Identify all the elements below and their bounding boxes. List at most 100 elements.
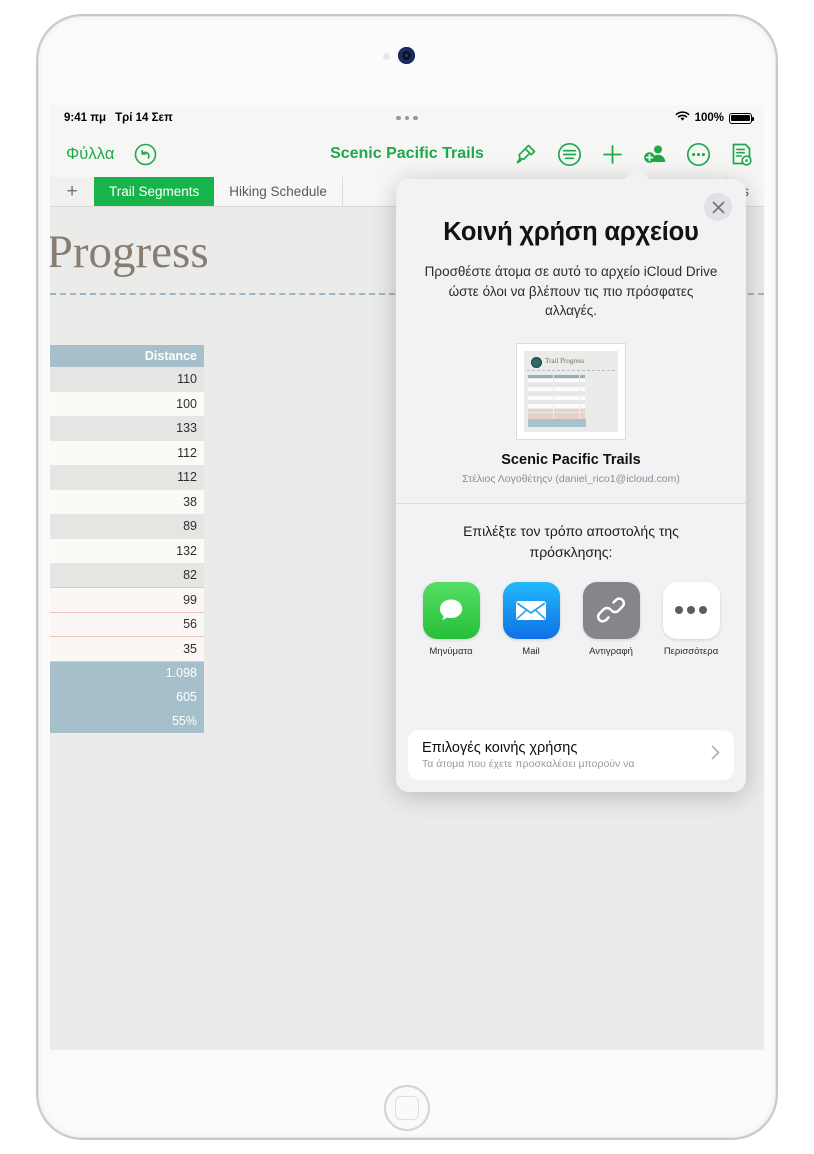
cell-segment-name[interactable]: ia Section D bbox=[50, 440, 98, 465]
table-row[interactable]: ia Section M89 bbox=[50, 514, 204, 539]
sheet-heading: ail Progress bbox=[50, 226, 209, 278]
table-header-row: n Distance bbox=[50, 345, 204, 367]
table-row[interactable]: ia Section Q56 bbox=[50, 611, 204, 637]
table-row[interactable]: ia Section P99 bbox=[50, 587, 204, 613]
undo-circle-icon[interactable] bbox=[134, 143, 157, 166]
front-camera-icon bbox=[398, 47, 415, 64]
thumbnail-table-row bbox=[528, 395, 586, 400]
thumbnail-content: Trail Progress bbox=[524, 350, 618, 432]
table-row[interactable]: ia Section D112 bbox=[50, 440, 204, 465]
battery-percent-label: 100% bbox=[694, 112, 724, 124]
status-time: 9:41 πμ bbox=[64, 112, 107, 124]
cell-summary-label[interactable] bbox=[50, 709, 98, 733]
add-sheet-button[interactable]: + bbox=[50, 177, 94, 206]
sidebar-item-hiking-schedule[interactable]: Hiking Schedule bbox=[214, 177, 343, 206]
ambient-sensor-icon bbox=[383, 53, 390, 60]
sharing-options-row[interactable]: Επιλογές κοινής χρήσης Τα άτομα που έχετ… bbox=[408, 730, 734, 780]
share-option-copy[interactable]: Αντιγραφή bbox=[580, 581, 643, 657]
cell-distance[interactable]: 112 bbox=[97, 440, 204, 465]
table-row[interactable]: ia Section O82 bbox=[50, 563, 204, 588]
table-summary-row[interactable]: 55% bbox=[50, 709, 204, 733]
thumbnail-divider bbox=[527, 369, 615, 371]
status-date: Τρί 14 Σεπ bbox=[115, 112, 173, 124]
toolbar-actions bbox=[513, 141, 754, 167]
cell-distance[interactable]: 35 bbox=[97, 636, 204, 662]
cell-distance[interactable]: 112 bbox=[97, 465, 204, 490]
cell-distance[interactable]: 82 bbox=[97, 563, 204, 588]
chevron-right-icon bbox=[711, 745, 720, 765]
cell-distance[interactable]: 89 bbox=[97, 514, 204, 539]
cell-segment-name[interactable]: ia Section Q bbox=[50, 611, 98, 637]
cell-distance[interactable]: 38 bbox=[97, 489, 204, 514]
cell-distance[interactable]: 99 bbox=[97, 587, 204, 613]
thumbnail-table-row bbox=[528, 408, 586, 413]
cell-segment-name[interactable]: ia Section O bbox=[50, 563, 98, 588]
cell-segment-name[interactable]: ia Section R bbox=[50, 636, 98, 662]
share-file-popover: Κοινή χρήση αρχείου Προσθέστε άτομα σε α… bbox=[396, 179, 746, 792]
table-summary-row[interactable]: 605 bbox=[50, 685, 204, 709]
format-brush-icon[interactable] bbox=[513, 141, 539, 167]
table-row[interactable]: ia Section R35 bbox=[50, 636, 204, 662]
thumbnail-table-row bbox=[528, 387, 586, 391]
cell-segment-name[interactable]: ia Section P bbox=[50, 587, 98, 613]
share-option-label: Mail bbox=[522, 645, 540, 657]
cell-distance[interactable]: 110 bbox=[97, 367, 204, 392]
cell-summary-value[interactable]: 55% bbox=[97, 709, 204, 733]
more-ellipsis-icon[interactable] bbox=[685, 141, 711, 167]
cell-distance[interactable]: 100 bbox=[97, 391, 204, 416]
table-row[interactable]: ia Section A110 bbox=[50, 367, 204, 392]
share-option-more[interactable]: Περισσότερα bbox=[660, 581, 723, 657]
sharing-options-subtitle: Τα άτομα που έχετε προσκαλέσει μπορούν ν… bbox=[422, 758, 635, 770]
cell-summary-label[interactable] bbox=[50, 685, 98, 709]
cell-distance[interactable]: 133 bbox=[97, 416, 204, 441]
cell-summary-label[interactable] bbox=[50, 661, 98, 685]
cell-segment-name[interactable]: ia Section C bbox=[50, 416, 98, 441]
cell-summary-value[interactable]: 1.098 bbox=[97, 661, 204, 685]
trail-distance-table[interactable]: n Distance ia Section A110ia Section B10… bbox=[50, 345, 204, 733]
popover-title: Κοινή χρήση αρχείου bbox=[443, 218, 699, 246]
table-body: ia Section A110ia Section B100ia Section… bbox=[50, 367, 204, 733]
share-option-label: Περισσότερα bbox=[663, 645, 719, 657]
cell-segment-name[interactable]: ia Section E bbox=[50, 465, 98, 490]
thumbnail-table-row bbox=[528, 383, 586, 387]
sidebar-item-trail-segments[interactable]: Trail Segments bbox=[94, 177, 215, 206]
insert-plus-icon[interactable] bbox=[599, 141, 625, 167]
table-row[interactable]: ia Section C133 bbox=[50, 416, 204, 441]
cell-segment-name[interactable]: ia Section A bbox=[50, 367, 98, 392]
thumbnail-table-row bbox=[528, 413, 586, 417]
cell-summary-value[interactable]: 605 bbox=[97, 685, 204, 709]
status-bar: 9:41 πμ Τρί 14 Σεπ 100% bbox=[50, 105, 764, 131]
home-button[interactable] bbox=[384, 1085, 430, 1131]
cell-segment-name[interactable]: ia Section L bbox=[50, 489, 98, 514]
share-option-mail[interactable]: Mail bbox=[500, 581, 563, 657]
cell-segment-name[interactable]: ia Section B bbox=[50, 391, 98, 416]
table-row[interactable]: ia Section N132 bbox=[50, 538, 204, 563]
format-list-icon[interactable] bbox=[556, 141, 582, 167]
popover-arrow bbox=[624, 167, 650, 180]
thumbnail-table-row bbox=[528, 378, 586, 383]
more-ellipsis-icon bbox=[662, 581, 720, 639]
table-row[interactable]: ia Section L38 bbox=[50, 489, 204, 514]
three-dots-icon[interactable] bbox=[396, 115, 418, 121]
thumbnail-logo-icon bbox=[531, 356, 542, 368]
shared-doc-name: Scenic Pacific Trails bbox=[501, 451, 641, 468]
column-header-distance[interactable]: Distance bbox=[97, 345, 204, 367]
table-row[interactable]: ia Section E112 bbox=[50, 465, 204, 490]
share-option-messages[interactable]: Μηνύματα bbox=[420, 581, 483, 657]
table-summary-row[interactable]: 1.098 bbox=[50, 661, 204, 685]
document-options-icon[interactable] bbox=[728, 141, 754, 167]
cell-segment-name[interactable]: ia Section N bbox=[50, 538, 98, 563]
column-header-name[interactable]: n bbox=[50, 345, 98, 367]
shared-document-card: Trail Progress Scenic Pacific Trails Στέ… bbox=[396, 342, 746, 485]
battery-icon bbox=[729, 112, 755, 124]
table-row[interactable]: ia Section B100 bbox=[50, 391, 204, 416]
messages-icon bbox=[422, 581, 480, 639]
cell-distance[interactable]: 132 bbox=[97, 538, 204, 563]
back-to-sheets-button[interactable]: Φύλλα bbox=[66, 145, 114, 164]
cell-segment-name[interactable]: ia Section M bbox=[50, 514, 98, 539]
share-collaborate-icon[interactable] bbox=[642, 141, 668, 167]
cell-distance[interactable]: 56 bbox=[97, 611, 204, 637]
document-thumbnail: Trail Progress bbox=[516, 342, 626, 440]
share-option-label: Μηνύματα bbox=[429, 645, 473, 657]
close-icon[interactable] bbox=[704, 193, 732, 221]
